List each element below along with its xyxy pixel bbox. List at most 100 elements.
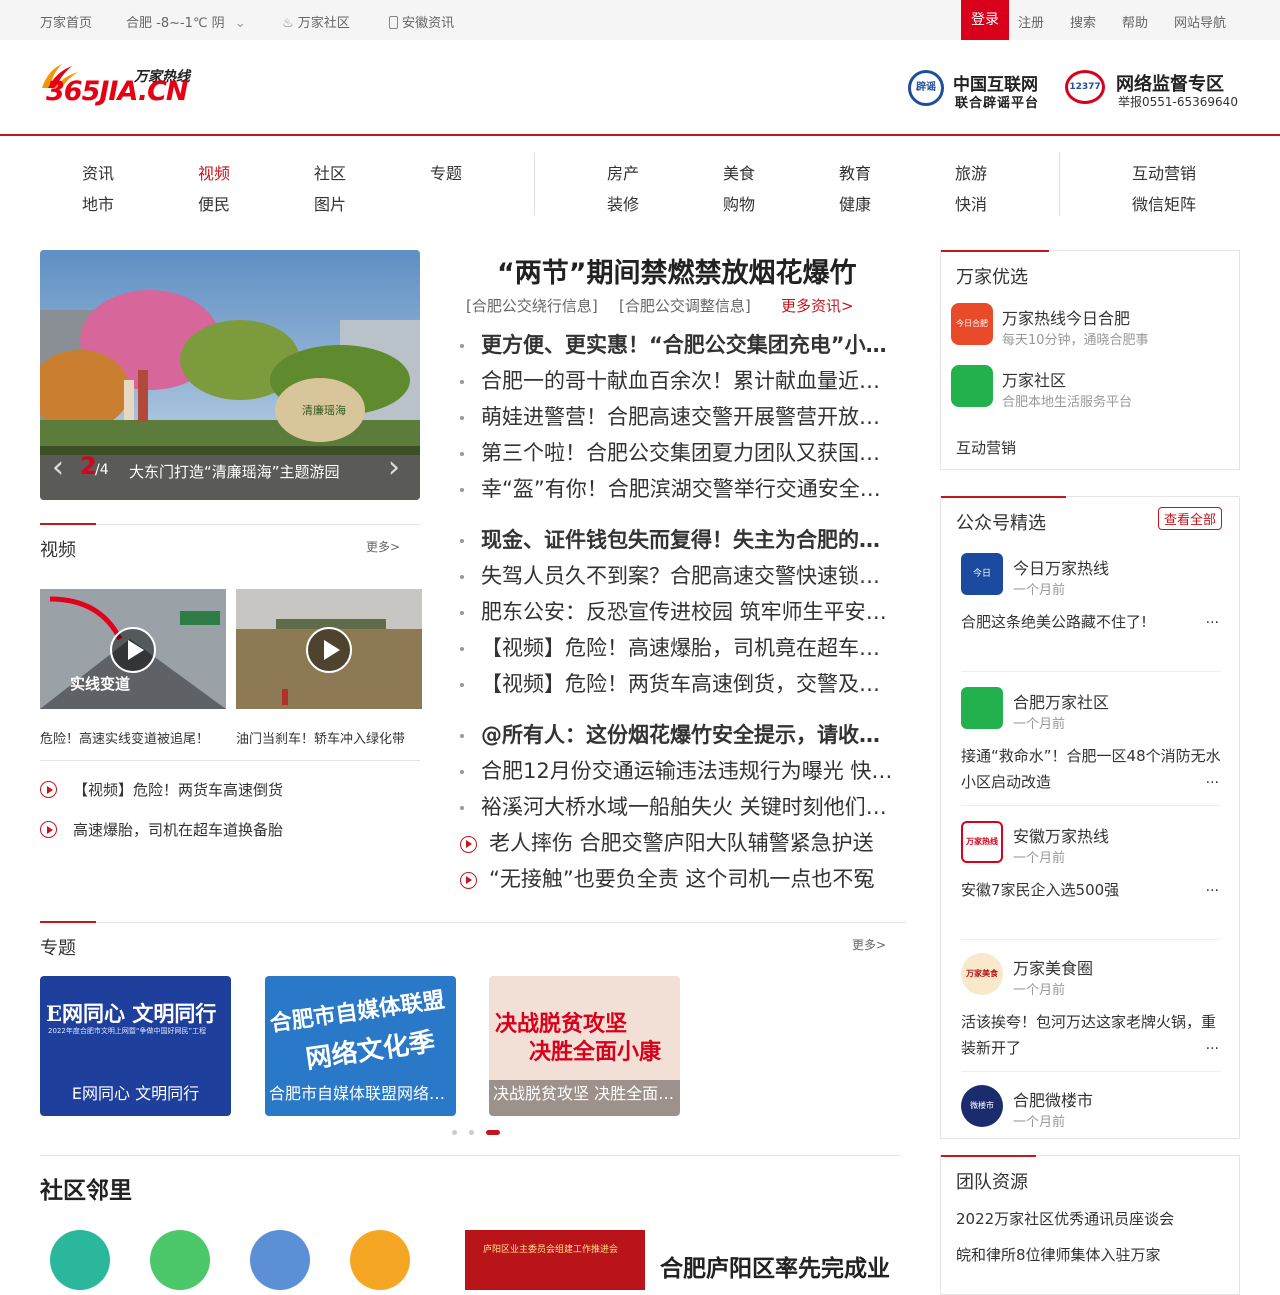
bullet-icon bbox=[460, 806, 464, 810]
gzh-item-name: 合肥万家社区 bbox=[1013, 693, 1110, 712]
register-link[interactable]: 注册 bbox=[1018, 12, 1044, 31]
weather-widget[interactable]: 合肥 -8~-1℃ 阴 ⌄ bbox=[126, 12, 246, 31]
gzh-item-name: 合肥微楼市 bbox=[1013, 1091, 1094, 1110]
news-item[interactable]: 萌娃进警营！合肥高速交警开展警营开放日活动 bbox=[458, 401, 898, 437]
team-item[interactable]: 2022万家社区优秀通讯员座谈会 bbox=[956, 1208, 1174, 1229]
news-item-title: 更方便、更实惠！“合肥公交集团充电”小程序上线 bbox=[481, 333, 895, 357]
phone-icon bbox=[389, 16, 398, 29]
hero-carousel[interactable]: 清廉瑶海 ‹ › 2 /4 大东门打造“清廉瑶海”主题游园 bbox=[40, 250, 420, 500]
headline-link-bus-adjust[interactable]: [合肥公交调整信息] bbox=[619, 295, 751, 316]
section-divider bbox=[40, 524, 420, 525]
topics-more-link[interactable]: 更多> bbox=[852, 936, 886, 953]
nav-item-education[interactable]: 教育 bbox=[839, 160, 871, 184]
section-divider bbox=[40, 1155, 900, 1156]
nav-item-news[interactable]: 资讯 bbox=[82, 160, 114, 184]
site-nav-link[interactable]: 网站导航 bbox=[1174, 12, 1226, 31]
gzh-item-name: 万家美食圈 bbox=[1013, 959, 1094, 978]
bullet-icon bbox=[460, 539, 464, 543]
news-item[interactable]: 失驾人员久不到案？合肥高速交警快速锁定其行踪 bbox=[458, 560, 898, 596]
topic-card[interactable]: 决战脱贫攻坚 决胜全面小康 决战脱贫攻坚 决胜全面小康 bbox=[489, 976, 680, 1116]
news-item[interactable]: 合肥12月份交通运输违法违规行为曝光 快来看 bbox=[458, 755, 898, 791]
play-circle-icon bbox=[460, 836, 477, 853]
news-item[interactable]: 合肥一的哥十献血百余次！累计献血量近三万毫升 bbox=[458, 365, 898, 401]
topic-caption: E网同心 文明同行 bbox=[71, 1084, 200, 1103]
nav-item-cities[interactable]: 地市 bbox=[82, 191, 114, 215]
news-item[interactable]: 【视频】危险！高速爆胎，司机竟在超车道换备胎 bbox=[458, 632, 898, 668]
video-card[interactable] bbox=[236, 589, 422, 709]
news-item[interactable]: @所有人：这份烟花爆竹安全提示，请收好！ bbox=[458, 719, 898, 755]
building-icon[interactable] bbox=[150, 1230, 210, 1290]
anhui-news-link[interactable]: 安徽资讯 bbox=[389, 12, 454, 31]
news-item[interactable]: 幸“盔”有你！合肥滨湖交警举行交通安全宣传活动 bbox=[458, 473, 898, 509]
topic-card[interactable]: E网同心 文明同行 2022年度合肥市文明上网暨“争做中国好网民”工程 E网同心… bbox=[40, 976, 231, 1116]
carousel-dot[interactable] bbox=[452, 1130, 457, 1135]
team-item[interactable]: 皖和律所8位律师集体入驻万家 bbox=[956, 1244, 1161, 1265]
play-icon bbox=[110, 627, 156, 673]
carousel-next-icon[interactable]: › bbox=[388, 450, 400, 485]
bullet-icon bbox=[460, 452, 464, 456]
megaphone-icon[interactable] bbox=[350, 1230, 410, 1290]
section-accent bbox=[40, 523, 96, 525]
community-headline[interactable]: 合肥庐阳区率先完成业 bbox=[660, 1249, 890, 1283]
video-caption[interactable]: 危险！高速实线变道被追尾！ bbox=[40, 728, 226, 747]
login-button[interactable]: 登录 bbox=[961, 0, 1009, 40]
gzh-item-time: 一个月前 bbox=[1013, 583, 1066, 598]
carousel-dot-active[interactable] bbox=[486, 1130, 500, 1135]
community-link[interactable]: ♨ 万家社区 bbox=[282, 12, 350, 31]
handshake-icon[interactable] bbox=[50, 1230, 110, 1290]
nav-item-video[interactable]: 视频 bbox=[198, 160, 230, 184]
nav-item-health[interactable]: 健康 bbox=[839, 191, 871, 215]
more-news-link[interactable]: 更多资讯> bbox=[781, 295, 854, 316]
carousel-prev-icon[interactable]: ‹ bbox=[52, 450, 64, 485]
view-all-button[interactable]: 查看全部 bbox=[1158, 507, 1223, 530]
person-icon[interactable] bbox=[250, 1230, 310, 1290]
gzh-item-ellipsis: ... bbox=[1205, 771, 1219, 787]
anhui-wanjia-icon: 万家热线 bbox=[961, 821, 1003, 863]
team-panel: 团队资源 2022万家社区优秀通讯员座谈会 皖和律所8位律师集体入驻万家 bbox=[940, 1155, 1240, 1295]
nav-item-decoration[interactable]: 装修 bbox=[607, 191, 639, 215]
nav-item-pictures[interactable]: 图片 bbox=[314, 191, 346, 215]
topic-card[interactable]: 合肥市自媒体联盟 网络文化季 合肥市自媒体联盟网络文化季 bbox=[265, 976, 456, 1116]
gzh-item-name: 今日万家热线 bbox=[1013, 559, 1110, 578]
video-section-title: 视频 bbox=[40, 540, 76, 561]
gzh-item-ellipsis: ... bbox=[1205, 1037, 1219, 1053]
gzh-panel: 公众号精选 查看全部 今日 今日万家热线 一个月前 合肥这条绝美公路藏不住了! … bbox=[940, 496, 1240, 1139]
home-link[interactable]: 万家首页 bbox=[40, 12, 92, 31]
news-item[interactable]: 第三个啦！合肥公交集团夏力团队又获国家级荣誉 bbox=[458, 437, 898, 473]
community-news-image[interactable]: 庐阳区业主委员会组建工作推进会 bbox=[465, 1230, 645, 1290]
carousel-dot[interactable] bbox=[469, 1130, 474, 1135]
news-item-title: 裕溪河大桥水域一船舶失火 关键时刻他们出手了 bbox=[481, 795, 895, 819]
news-item[interactable]: 更方便、更实惠！“合肥公交集团充电”小程序上线 bbox=[458, 329, 898, 365]
nav-item-services[interactable]: 便民 bbox=[198, 191, 230, 215]
search-link[interactable]: 搜索 bbox=[1070, 12, 1096, 31]
headline-link-bus-detour[interactable]: [合肥公交绕行信息] bbox=[466, 295, 598, 316]
nav-item-shopping[interactable]: 购物 bbox=[723, 191, 755, 215]
nav-item-wechat-matrix[interactable]: 微信矩阵 bbox=[1132, 191, 1196, 215]
news-item[interactable]: 肥东公安：反恐宣传进校园 筑牢师生平安防线 bbox=[458, 596, 898, 632]
news-video-item[interactable]: “无接触”也要负全责 这个司机一点也不冤 bbox=[458, 863, 898, 899]
weiloushi-icon: 微楼市 bbox=[961, 1085, 1003, 1127]
interactive-marketing-link[interactable]: 互动营销 bbox=[956, 437, 1016, 458]
nav-item-community[interactable]: 社区 bbox=[314, 160, 346, 184]
play-circle-icon bbox=[460, 872, 477, 889]
today-wanjia-icon: 今日 bbox=[961, 553, 1003, 595]
news-item[interactable]: 现金、证件钱包失而复得！失主为合肥的哥点赞 bbox=[458, 524, 898, 560]
news-item[interactable]: 裕溪河大桥水域一船舶失火 关键时刻他们出手了 bbox=[458, 791, 898, 827]
video-caption[interactable]: 油门当刹车！轿车冲入绿化带 bbox=[236, 728, 422, 747]
nav-item-travel[interactable]: 旅游 bbox=[955, 160, 987, 184]
video-card[interactable]: 实线变道 bbox=[40, 589, 226, 709]
anhui-news-label: 安徽资讯 bbox=[402, 16, 455, 31]
nav-item-topics[interactable]: 专题 bbox=[430, 160, 462, 184]
nav-item-food[interactable]: 美食 bbox=[723, 160, 755, 184]
headline-title[interactable]: “两节”期间禁燃禁放烟花爆竹 bbox=[497, 251, 857, 290]
news-item[interactable]: 【视频】危险！两货车高速倒货，交警及时制止 bbox=[458, 668, 898, 704]
video-more-link[interactable]: 更多> bbox=[366, 538, 400, 555]
news-item-title: 【视频】危险！高速爆胎，司机竟在超车道换备胎 bbox=[481, 636, 895, 660]
nav-item-marketing[interactable]: 互动营销 bbox=[1132, 160, 1196, 184]
news-item-title: 幸“盔”有你！合肥滨湖交警举行交通安全宣传活动 bbox=[481, 477, 895, 501]
nav-item-property[interactable]: 房产 bbox=[607, 160, 639, 184]
help-link[interactable]: 帮助 bbox=[1122, 12, 1148, 31]
news-video-item[interactable]: 老人摔伤 合肥交警庐阳大队辅警紧急护送 bbox=[458, 827, 898, 863]
community-section-title: 社区邻里 bbox=[40, 1178, 132, 1204]
nav-item-fmcg[interactable]: 快消 bbox=[955, 191, 987, 215]
